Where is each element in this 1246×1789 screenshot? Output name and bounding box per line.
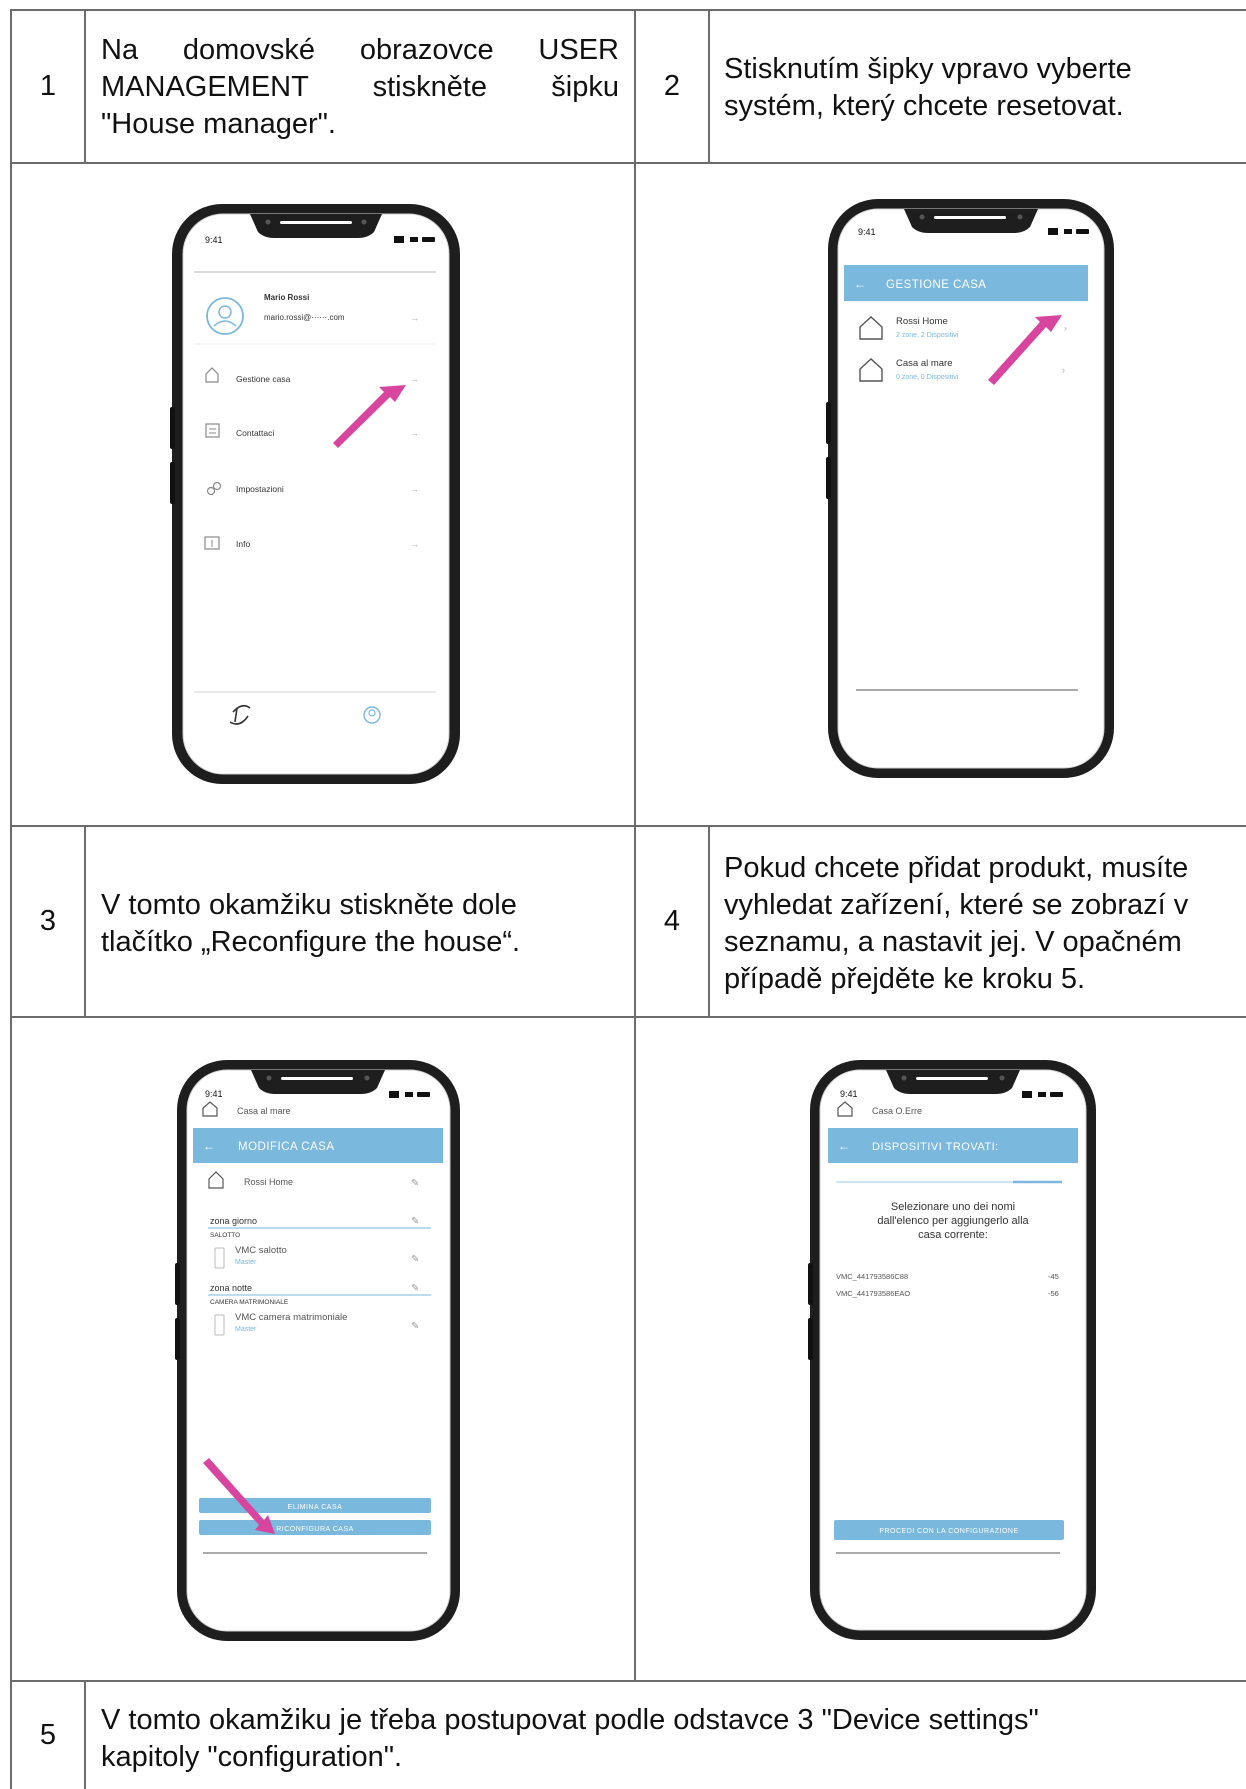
step-4-text: Pokud chcete přidat produkt, musíte vyhl… — [724, 852, 1189, 995]
status-time: 9:41 — [840, 1089, 858, 1099]
instruction-line: dall'elenco per aggiungerlo alla — [877, 1215, 1029, 1227]
delete-house-label: ELIMINA CASA — [288, 1504, 343, 1511]
menu-item-impostazioni[interactable]: Impostazioni — [236, 484, 284, 494]
arrow-right-icon[interactable]: → — [410, 374, 419, 384]
reconfigure-house-label: RICONFIGURA CASA — [276, 1526, 354, 1533]
step-3-text: V tomto okamžiku stiskněte dole tlačítko… — [101, 889, 521, 958]
arrow-right-icon[interactable]: → — [410, 539, 419, 549]
house-detail: 2 zone, 2 Dispositivi — [896, 332, 959, 339]
current-house: Casa al mare — [237, 1106, 291, 1116]
instruction-line: casa corrente: — [918, 1229, 988, 1241]
screen-title: MODIFICA CASA — [238, 1141, 335, 1153]
user-email: mario.rossi@······.com — [264, 313, 345, 322]
user-name: Mario Rossi — [264, 293, 309, 302]
edit-pencil-icon[interactable]: ✎ — [411, 1178, 419, 1189]
step-1-text: Na domovské obrazovce USER MANAGEMENT st… — [101, 34, 619, 140]
phone-screenshot-dispositivi-trovati: 9:41 Casa O.Erre ← DISPOSITIVI TROVATI: … — [808, 1058, 1098, 1642]
column-divider — [708, 825, 710, 1017]
column-divider — [84, 1680, 86, 1789]
step-number: 4 — [663, 905, 681, 937]
row-divider — [10, 162, 1246, 164]
device-name: VMC salotto — [235, 1245, 287, 1256]
edit-pencil-icon[interactable]: ✎ — [411, 1321, 419, 1332]
home-name: Rossi Home — [244, 1177, 293, 1187]
arrow-right-icon[interactable]: → — [410, 428, 419, 438]
arrow-right-icon[interactable]: → — [410, 484, 419, 494]
status-time: 9:41 — [205, 235, 223, 245]
house-detail: 0 zone, 0 Dispositivi — [896, 374, 959, 381]
phone-screenshot-gestione-casa: 9:41 ← GESTIONE CASA Rossi Home 2 zone, … — [826, 197, 1116, 780]
step-2-text: Stisknutím šipky vpravo vyberte systém, … — [724, 53, 1132, 122]
room-name: CAMERA MATRIMONIALE — [210, 1299, 289, 1306]
device-name: VMC camera matrimoniale — [235, 1312, 347, 1323]
edit-pencil-icon[interactable]: ✎ — [411, 1283, 419, 1294]
status-time: 9:41 — [858, 227, 876, 237]
step-5-text: V tomto okamžiku je třeba postupovat pod… — [101, 1704, 1039, 1773]
back-arrow-icon[interactable]: ← — [203, 1139, 215, 1153]
device-id[interactable]: VMC_441793586C88 — [836, 1272, 908, 1281]
column-divider — [84, 9, 86, 163]
zone-name: zona notte — [210, 1283, 252, 1293]
screen-title: GESTIONE CASA — [886, 279, 986, 291]
phone-screenshot-modifica-casa: 9:41 Casa al mare ← MODIFICA CASA Rossi … — [175, 1058, 462, 1643]
device-role: Master — [235, 1326, 257, 1333]
device-id[interactable]: VMC_441793586EAO — [836, 1289, 910, 1298]
house-name[interactable]: Rossi Home — [896, 316, 948, 327]
back-arrow-icon[interactable]: ← — [838, 1139, 850, 1153]
menu-item-gestione-casa[interactable]: Gestione casa — [236, 374, 291, 384]
row-divider — [10, 1680, 1246, 1682]
arrow-right-icon[interactable]: › — [1064, 323, 1067, 333]
column-divider — [708, 9, 710, 163]
device-rssi: -45 — [1048, 1272, 1059, 1281]
menu-item-info[interactable]: Info — [236, 539, 250, 549]
status-time: 9:41 — [205, 1089, 223, 1099]
house-name[interactable]: Casa al mare — [896, 358, 953, 369]
menu-item-contattaci[interactable]: Contattaci — [236, 428, 274, 438]
edit-pencil-icon[interactable]: ✎ — [411, 1216, 419, 1227]
row-divider — [10, 825, 1246, 827]
current-house: Casa O.Erre — [872, 1106, 922, 1116]
zone-name: zona giorno — [210, 1216, 257, 1226]
instruction-line: Selezionare uno dei nomi — [891, 1201, 1015, 1213]
table-border-top — [10, 9, 1246, 11]
device-role: Master — [235, 1259, 257, 1266]
device-rssi: -56 — [1048, 1289, 1059, 1298]
back-arrow-icon[interactable]: ← — [854, 277, 866, 291]
row-divider — [10, 1016, 1246, 1018]
phone-screenshot-user-management: 9:41 Mario Rossi mario.rossi@······.com … — [170, 202, 462, 786]
room-name: SALOTTO — [210, 1232, 240, 1239]
proceed-configuration-label: PROCEDI CON LA CONFIGURAZIONE — [879, 1528, 1018, 1535]
step-number: 1 — [39, 70, 57, 102]
arrow-right-icon[interactable]: → — [410, 313, 419, 323]
edit-pencil-icon[interactable]: ✎ — [411, 1254, 419, 1265]
step-number: 2 — [663, 70, 681, 102]
step-number: 5 — [39, 1719, 57, 1751]
step-number: 3 — [39, 905, 57, 937]
screen-title: DISPOSITIVI TROVATI: — [872, 1141, 999, 1153]
arrow-right-icon[interactable]: › — [1062, 365, 1065, 375]
column-divider — [84, 825, 86, 1017]
